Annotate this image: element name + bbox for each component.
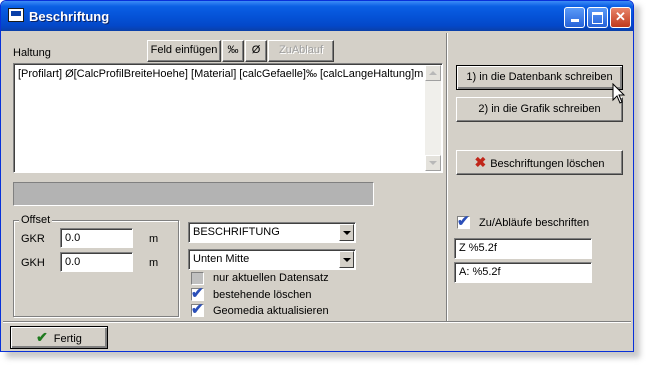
close-button[interactable]: ✕ (610, 7, 631, 28)
format-a-input[interactable]: A: %5.2f (454, 262, 592, 283)
scroll-down-icon[interactable] (425, 155, 441, 171)
haltung-text: [Profilart] Ø[CalcProfilBreiteHoehe] [Ma… (18, 68, 424, 80)
chevron-down-icon[interactable] (339, 251, 354, 268)
fertig-button[interactable]: ✔ Fertig (10, 326, 108, 349)
window-title: Beschriftung (29, 9, 110, 24)
format-z-input[interactable]: Z %5.2f (454, 238, 592, 259)
geomedia-label: Geomedia aktualisieren (213, 305, 329, 317)
mouse-cursor-icon (612, 83, 626, 104)
scroll-up-icon[interactable] (425, 65, 441, 81)
gkr-value: 0.0 (65, 232, 81, 244)
zuablauf-button[interactable]: ZuAblauf (268, 40, 334, 62)
gkh-input[interactable]: 0.0 (60, 252, 133, 272)
beschriftung-select[interactable]: BESCHRIFTUNG (188, 222, 356, 243)
status-bar (13, 182, 374, 206)
minimize-button[interactable] (564, 7, 585, 28)
title-bar[interactable]: Beschriftung ✕ (1, 1, 633, 31)
maximize-button[interactable] (587, 7, 608, 28)
haltung-textarea[interactable]: [Profilart] Ø[CalcProfilBreiteHoehe] [Ma… (13, 63, 443, 173)
offset-legend: Offset (19, 214, 53, 226)
chevron-down-icon[interactable] (339, 224, 354, 241)
format-z-value: Z %5.2f (459, 242, 497, 254)
position-select[interactable]: Unten Mitte (188, 249, 356, 270)
permille-button[interactable]: ‰ (222, 40, 244, 62)
beschriftung-select-value: BESCHRIFTUNG (193, 226, 280, 238)
diameter-button[interactable]: Ø (245, 40, 267, 62)
footer-separator (3, 321, 631, 323)
gkh-label: GKH (21, 257, 45, 269)
app-icon (8, 8, 24, 22)
geomedia-checkbox[interactable]: ✔ (191, 301, 204, 318)
zu-ablaeufe-label: Zu/Abläufe beschriften (479, 217, 590, 229)
haltung-scrollbar[interactable] (425, 65, 441, 171)
zu-ablaeufe-checkbox[interactable]: ✔ (457, 213, 470, 230)
position-select-value: Unten Mitte (193, 253, 250, 265)
checkmark-icon: ✔ (457, 213, 470, 230)
gkr-input[interactable]: 0.0 (60, 228, 133, 248)
gkr-label: GKR (21, 233, 45, 245)
maximize-icon (592, 12, 603, 24)
gkh-value: 0.0 (65, 256, 81, 268)
grafik-schreiben-button[interactable]: 2) in die Grafik schreiben (456, 97, 623, 122)
gkr-unit: m (149, 233, 159, 245)
feld-einfuegen-button[interactable]: Feld einfügen (147, 40, 221, 62)
checkmark-icon: ✔ (191, 301, 204, 318)
nur-aktuellen-label: nur aktuellen Datensatz (213, 272, 329, 284)
beschriftungen-loeschen-button[interactable]: ✖ Beschriftungen löschen (456, 150, 623, 175)
bestehende-loeschen-label: bestehende löschen (213, 289, 312, 301)
gkh-unit: m (149, 257, 159, 269)
panel-separator (446, 33, 448, 321)
delete-x-icon: ✖ (474, 154, 487, 170)
haltung-label: Haltung (13, 47, 51, 59)
close-icon: ✕ (615, 9, 626, 24)
checkmark-icon: ✔ (36, 329, 48, 345)
datenbank-schreiben-button[interactable]: 1) in die Datenbank schreiben (456, 65, 623, 90)
dialog-window: Beschriftung ✕ Haltung Feld einfügen ‰ Ø… (0, 0, 634, 352)
minimize-icon (570, 19, 579, 22)
format-a-value: A: %5.2f (459, 266, 501, 278)
